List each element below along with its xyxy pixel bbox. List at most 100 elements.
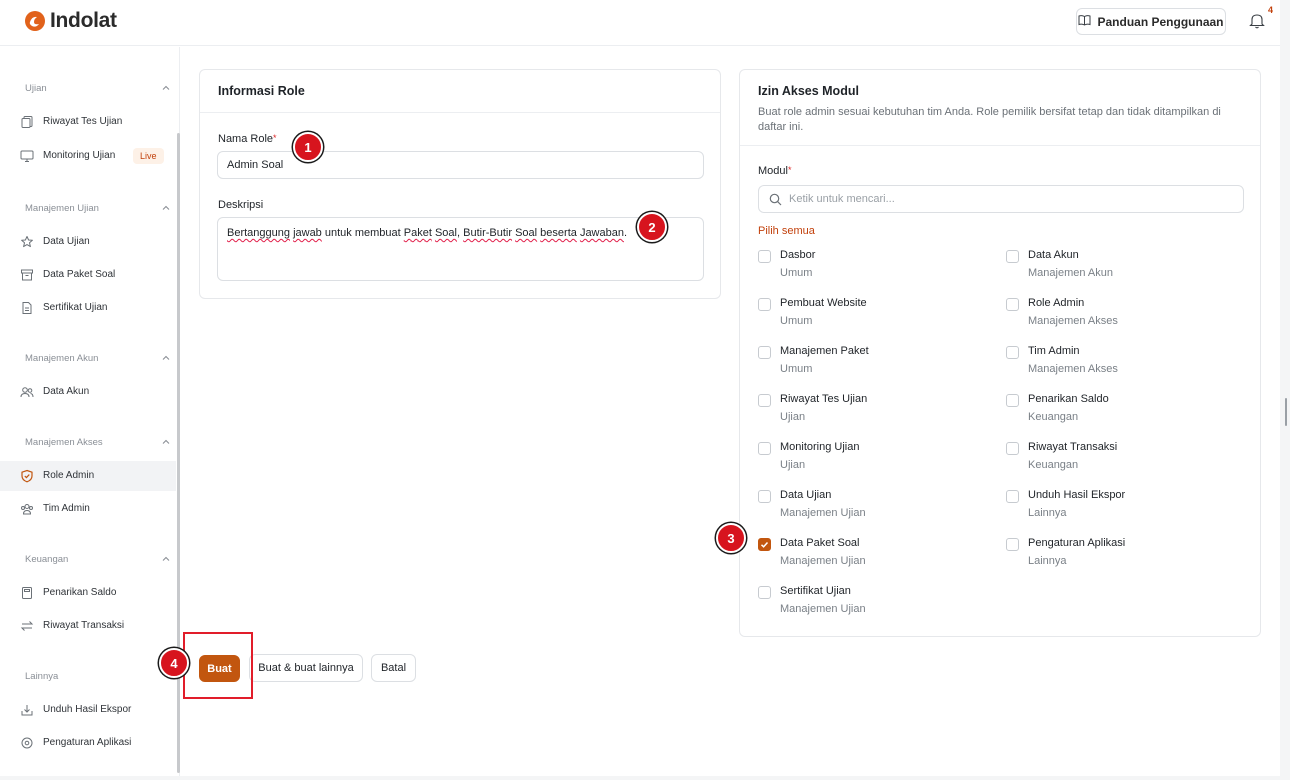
permission-name: Data Paket Soal (780, 537, 860, 549)
brand-logo[interactable]: Indolat (24, 9, 117, 33)
chevron-up-icon (162, 439, 170, 444)
sidebar-item-penarikan-saldo[interactable]: Penarikan Saldo (0, 578, 176, 608)
section-label: Manajemen Akun (25, 353, 99, 364)
permission-data-akun[interactable]: Data Akun Manajemen Akun (1006, 249, 1226, 285)
checkbox[interactable] (1006, 346, 1019, 359)
section-label: Manajemen Ujian (25, 203, 99, 214)
step-marker-2: 2 (637, 212, 667, 242)
permission-role-admin[interactable]: Role Admin Manajemen Akses (1006, 297, 1226, 333)
check-icon (760, 541, 769, 548)
permission-data-ujian[interactable]: Data Ujian Manajemen Ujian (758, 489, 978, 525)
permission-category: Manajemen Akun (1028, 267, 1113, 279)
sidebar-item-pengaturan-aplikasi[interactable]: Pengaturan Aplikasi (0, 728, 176, 758)
sidebar-item-monitoring-ujian[interactable]: Monitoring Ujian Live (0, 141, 176, 171)
checkbox[interactable] (758, 586, 771, 599)
sidebar-item-riwayat-transaksi[interactable]: Riwayat Transaksi (0, 611, 176, 641)
team-icon (21, 504, 33, 515)
permission-pembuat-website[interactable]: Pembuat Website Umum (758, 297, 978, 333)
checkbox[interactable] (758, 346, 771, 359)
user-guide-label: Panduan Penggunaan (1097, 14, 1224, 29)
permission-riwayat-tes-ujian[interactable]: Riwayat Tes Ujian Ujian (758, 393, 978, 429)
permission-name: Riwayat Transaksi (1028, 441, 1118, 453)
sidebar-section-ujian[interactable]: Ujian (0, 79, 176, 99)
checkbox[interactable] (1006, 442, 1019, 455)
checkbox[interactable] (1006, 250, 1019, 263)
checkbox[interactable] (758, 442, 771, 455)
permission-category: Umum (780, 267, 813, 279)
chevron-up-icon (162, 205, 170, 210)
sidebar-section-keuangan[interactable]: Keuangan (0, 550, 176, 570)
divider (740, 145, 1260, 146)
sidebar-section-manajemen-akses[interactable]: Manajemen Akses (0, 433, 176, 453)
permission-riwayat-transaksi[interactable]: Riwayat Transaksi Keuangan (1006, 441, 1226, 477)
copy-icon (21, 116, 33, 128)
permission-manajemen-paket[interactable]: Manajemen Paket Umum (758, 345, 978, 381)
permission-pengaturan-aplikasi[interactable]: Pengaturan Aplikasi Lainnya (1006, 537, 1226, 573)
book-icon (1078, 14, 1091, 29)
section-label: Lainnya (25, 671, 59, 682)
permission-monitoring-ujian[interactable]: Monitoring Ujian Ujian (758, 441, 978, 477)
sidebar-item-unduh-hasil-ekspor[interactable]: Unduh Hasil Ekspor (0, 695, 176, 725)
divider (200, 112, 720, 113)
permission-data-paket-soal[interactable]: Data Paket Soal Manajemen Ujian (758, 537, 978, 573)
checkbox[interactable] (1006, 298, 1019, 311)
user-guide-button[interactable]: Panduan Penggunaan (1076, 8, 1226, 35)
permission-category: Lainnya (1028, 555, 1067, 567)
module-search[interactable] (758, 185, 1244, 213)
permission-sertifikat-ujian[interactable]: Sertifikat Ujian Manajemen Ujian (758, 585, 978, 621)
checkbox[interactable] (1006, 538, 1019, 551)
top-header: Indolat Panduan Penggunaan 4 (0, 0, 1280, 46)
live-badge: Live (133, 148, 164, 164)
permission-tim-admin[interactable]: Tim Admin Manajemen Akses (1006, 345, 1226, 381)
bottom-edge (0, 776, 1290, 780)
module-access-card: Izin Akses Modul Buat role admin sesuai … (739, 69, 1261, 637)
sidebar-item-data-paket-soal[interactable]: Data Paket Soal (0, 260, 176, 290)
sidebar-item-label: Data Paket Soal (43, 269, 116, 280)
checkbox[interactable] (1006, 394, 1019, 407)
sidebar-item-sertifikat-ujian[interactable]: Sertifikat Ujian (0, 293, 176, 323)
permission-category: Manajemen Ujian (780, 507, 866, 519)
checkbox[interactable] (758, 394, 771, 407)
logo-icon (24, 10, 46, 32)
shield-check-icon (21, 469, 33, 483)
search-input[interactable] (789, 187, 1229, 211)
notification-count: 4 (1268, 5, 1274, 15)
sidebar-section-manajemen-ujian[interactable]: Manajemen Ujian (0, 199, 176, 219)
star-icon (21, 236, 33, 248)
sidebar-item-riwayat-tes-ujian[interactable]: Riwayat Tes Ujian (0, 107, 176, 137)
permission-name: Dasbor (780, 249, 816, 261)
create-another-button[interactable]: Buat & buat lainnya (249, 654, 363, 682)
sidebar-section-manajemen-akun[interactable]: Manajemen Akun (0, 349, 176, 369)
sidebar-item-label: Monitoring Ujian (43, 150, 116, 161)
file-icon (22, 302, 32, 314)
page-scrollbar-thumb[interactable] (1285, 398, 1287, 426)
section-label: Ujian (25, 83, 47, 94)
permission-name: Penarikan Saldo (1028, 393, 1109, 405)
sidebar-item-tim-admin[interactable]: Tim Admin (0, 494, 176, 524)
highlight-box (183, 632, 253, 699)
role-name-input[interactable] (217, 151, 704, 179)
permission-dasbor[interactable]: Dasbor Umum (758, 249, 978, 285)
sidebar-item-data-akun[interactable]: Data Akun (0, 377, 176, 407)
checkbox-checked[interactable] (758, 538, 771, 551)
transfer-icon (20, 621, 34, 631)
bell-icon[interactable] (1249, 12, 1267, 30)
sidebar-section-lainnya[interactable]: Lainnya (0, 667, 176, 687)
permission-unduh-hasil-ekspor[interactable]: Unduh Hasil Ekspor Lainnya (1006, 489, 1226, 525)
checkbox[interactable] (758, 250, 771, 263)
description-label: Deskripsi (218, 199, 264, 211)
sidebar-item-label: Pengaturan Aplikasi (43, 737, 132, 748)
sidebar-item-role-admin[interactable]: Role Admin (0, 461, 176, 491)
permission-name: Unduh Hasil Ekspor (1028, 489, 1126, 501)
download-icon (21, 705, 33, 716)
step-marker-1: 1 (293, 132, 323, 162)
select-all-link[interactable]: Pilih semua (758, 225, 815, 237)
sidebar-item-data-ujian[interactable]: Data Ujian (0, 227, 176, 257)
cancel-button[interactable]: Batal (371, 654, 416, 682)
permission-penarikan-saldo[interactable]: Penarikan Saldo Keuangan (1006, 393, 1226, 429)
checkbox[interactable] (758, 490, 771, 503)
checkbox[interactable] (1006, 490, 1019, 503)
description-textarea[interactable]: Bertanggung jawab untuk membuat Paket So… (217, 217, 704, 281)
checkbox[interactable] (758, 298, 771, 311)
page-scrollbar[interactable] (1280, 0, 1290, 780)
